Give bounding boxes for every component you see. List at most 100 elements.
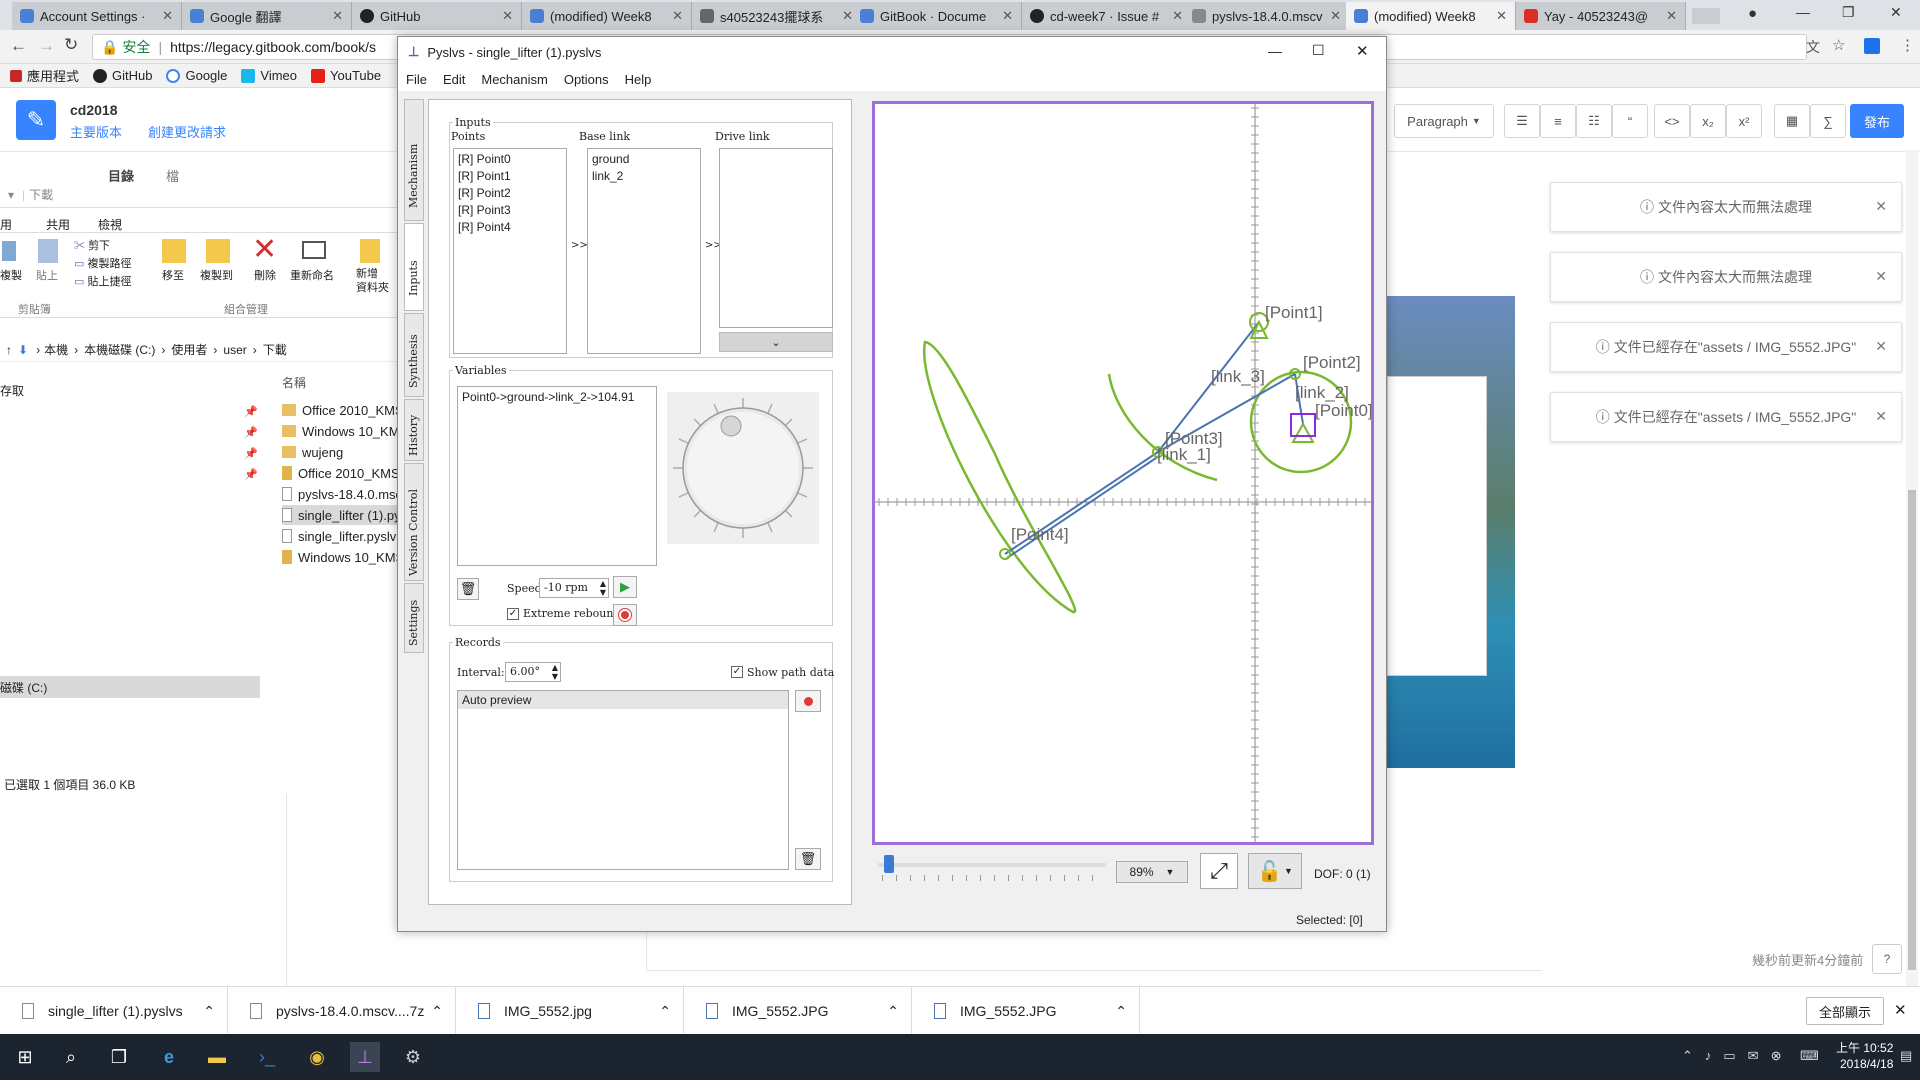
forward-icon[interactable]: →: [38, 36, 55, 56]
clock[interactable]: 上午 10:52 2018/4/18: [1836, 1040, 1893, 1072]
close-icon[interactable]: ✕: [162, 8, 173, 24]
extension-icon[interactable]: [1864, 38, 1880, 54]
variables-list[interactable]: Point0->ground->link_2->104.91: [457, 386, 657, 566]
chevron-up-icon[interactable]: ⌃: [659, 1003, 671, 1020]
close-icon[interactable]: ✕: [502, 8, 513, 24]
browser-tab[interactable]: (modified) Week8 ✕: [522, 2, 692, 30]
extreme-rebound-checkbox[interactable]: ✓: [507, 608, 519, 620]
interval-spinbox[interactable]: 6.00° ▲ ▼: [505, 662, 561, 682]
list-item[interactable]: [R] Point4: [458, 219, 562, 236]
add-variable-button[interactable]: ⌄: [719, 332, 833, 352]
record-button[interactable]: [795, 690, 821, 712]
bookmark-youtube[interactable]: YouTube: [311, 68, 381, 83]
copy-label[interactable]: 複製: [0, 267, 22, 283]
minimize-button[interactable]: —: [1268, 43, 1282, 59]
browser-tab[interactable]: Account Settings · ✕: [12, 2, 182, 30]
python-icon[interactable]: ⚙: [398, 1042, 428, 1072]
path-segment[interactable]: 使用者: [171, 341, 207, 358]
copy-to-icon[interactable]: [206, 239, 230, 263]
spin-arrows-icon[interactable]: ▲ ▼: [600, 579, 606, 597]
play-button[interactable]: ▶: [613, 576, 637, 598]
show-all-downloads-button[interactable]: 全部顯示: [1806, 997, 1884, 1025]
download-item[interactable]: single_lifter (1).pyslvs ⌃: [0, 987, 228, 1035]
points-list[interactable]: [R] Point0 [R] Point1 [R] Point2 [R] Poi…: [453, 148, 567, 354]
search-icon[interactable]: ⌕: [56, 1042, 86, 1072]
new-folder-icon[interactable]: [360, 239, 380, 263]
download-item[interactable]: IMG_5552.jpg ⌃: [456, 987, 684, 1035]
ime-icon[interactable]: ⌨: [1800, 1048, 1819, 1064]
delete-label[interactable]: 刪除: [254, 267, 276, 283]
menu-icon[interactable]: ⋮: [1900, 36, 1915, 54]
lock-menu-button[interactable]: 🔓 ▼: [1248, 853, 1302, 889]
windows-start-icon[interactable]: ⊞: [10, 1042, 40, 1072]
drive-link-list[interactable]: [719, 148, 833, 328]
close-icon[interactable]: ✕: [1496, 8, 1507, 24]
file-explorer-icon[interactable]: ▬: [202, 1042, 232, 1072]
bullet-list-button[interactable]: ☰: [1504, 104, 1540, 138]
code-button[interactable]: <>: [1654, 104, 1690, 138]
bookmark-apps[interactable]: 應用程式: [10, 66, 79, 85]
browser-tab[interactable]: s40523243擺球系 ✕: [692, 2, 862, 30]
bookmark-vimeo[interactable]: Vimeo: [241, 68, 297, 83]
chevron-up-icon[interactable]: ⌃: [887, 1003, 899, 1020]
fit-view-button[interactable]: ⤢: [1200, 853, 1238, 889]
nav-item-drive[interactable]: 磁碟 (C:): [0, 676, 260, 698]
bookmark-google[interactable]: Google: [166, 68, 227, 83]
quick-access-label[interactable]: 存取: [0, 382, 24, 399]
powershell-icon[interactable]: ›_: [252, 1042, 282, 1072]
close-icon[interactable]: ✕: [1172, 8, 1183, 24]
close-icon[interactable]: ✕: [1875, 198, 1887, 215]
edge-icon[interactable]: e: [154, 1042, 184, 1072]
cut-button[interactable]: ✂ 剪下: [74, 237, 110, 253]
copy-icon[interactable]: [2, 241, 16, 261]
browser-tab[interactable]: pyslvs-18.4.0.mscv ✕: [1184, 2, 1350, 30]
chevron-up-icon[interactable]: ⌃: [203, 1003, 215, 1020]
new-folder-label[interactable]: 新增 資料夾: [356, 267, 390, 295]
browser-tab[interactable]: Google 翻譯 ✕: [182, 2, 352, 30]
list-item[interactable]: link_2: [592, 168, 696, 185]
spin-arrows-icon[interactable]: ▲ ▼: [552, 663, 558, 681]
zoom-select[interactable]: 89% ▼: [1116, 861, 1188, 883]
move-to-icon[interactable]: [162, 239, 186, 263]
list-item[interactable]: wujeng: [282, 442, 400, 462]
subscript-button[interactable]: x₂: [1690, 104, 1726, 138]
translate-icon[interactable]: 文: [1806, 37, 1820, 57]
trash-icon[interactable]: 🗑: [457, 578, 479, 600]
close-icon[interactable]: ✕: [332, 8, 343, 24]
explorer-address-bar[interactable]: ↑ ⬇ › 本機 › 本機磁碟 (C:) › 使用者 › user › 下載: [0, 338, 400, 362]
menu-mechanism[interactable]: Mechanism: [481, 72, 547, 87]
menu-edit[interactable]: Edit: [443, 72, 465, 87]
quote-button[interactable]: “: [1612, 104, 1648, 138]
scrollbar-thumb[interactable]: [1908, 490, 1916, 970]
pyslvs-taskbar-icon[interactable]: ⊥: [350, 1042, 380, 1072]
column-name-header[interactable]: 名稱: [282, 374, 306, 391]
copy-path-button[interactable]: ▭ 複製路徑: [74, 255, 131, 271]
close-icon[interactable]: ✕: [1894, 1001, 1907, 1019]
menu-file[interactable]: File: [406, 72, 427, 87]
download-item[interactable]: IMG_5552.JPG ⌃: [684, 987, 912, 1035]
paste-icon[interactable]: [38, 239, 58, 263]
close-icon[interactable]: ✕: [1875, 408, 1887, 425]
close-icon[interactable]: ✕: [1875, 268, 1887, 285]
tab-inputs[interactable]: Inputs: [404, 223, 424, 311]
back-icon[interactable]: ←: [10, 36, 27, 56]
list-item[interactable]: Point0->ground->link_2->104.91: [458, 387, 656, 407]
download-item[interactable]: IMG_5552.JPG ⌃: [912, 987, 1140, 1035]
tab-settings[interactable]: Settings: [404, 583, 424, 653]
paste-label[interactable]: 貼上: [36, 267, 58, 283]
numbered-list-button[interactable]: ≡: [1540, 104, 1576, 138]
tab-history[interactable]: History: [404, 399, 424, 461]
speed-spinbox[interactable]: -10 rpm ▲ ▼: [539, 578, 609, 598]
list-item[interactable]: [R] Point2: [458, 185, 562, 202]
table-button[interactable]: ▦: [1774, 104, 1810, 138]
show-path-checkbox[interactable]: ✓: [731, 666, 743, 678]
browser-tab[interactable]: Yay - 40523243@ ✕: [1516, 2, 1686, 30]
browser-tab-active[interactable]: (modified) Week8 ✕: [1346, 2, 1516, 30]
base-link-list[interactable]: ground link_2: [587, 148, 701, 354]
list-item[interactable]: Windows 10_KMS: [282, 547, 400, 567]
list-item[interactable]: single_lifter.pyslv: [282, 526, 400, 546]
maximize-button[interactable]: ❐: [1842, 4, 1855, 21]
main-version-link[interactable]: 主要版本: [70, 122, 122, 141]
notifications-icon[interactable]: ▤: [1900, 1048, 1912, 1064]
close-window-button[interactable]: ✕: [1356, 42, 1369, 60]
